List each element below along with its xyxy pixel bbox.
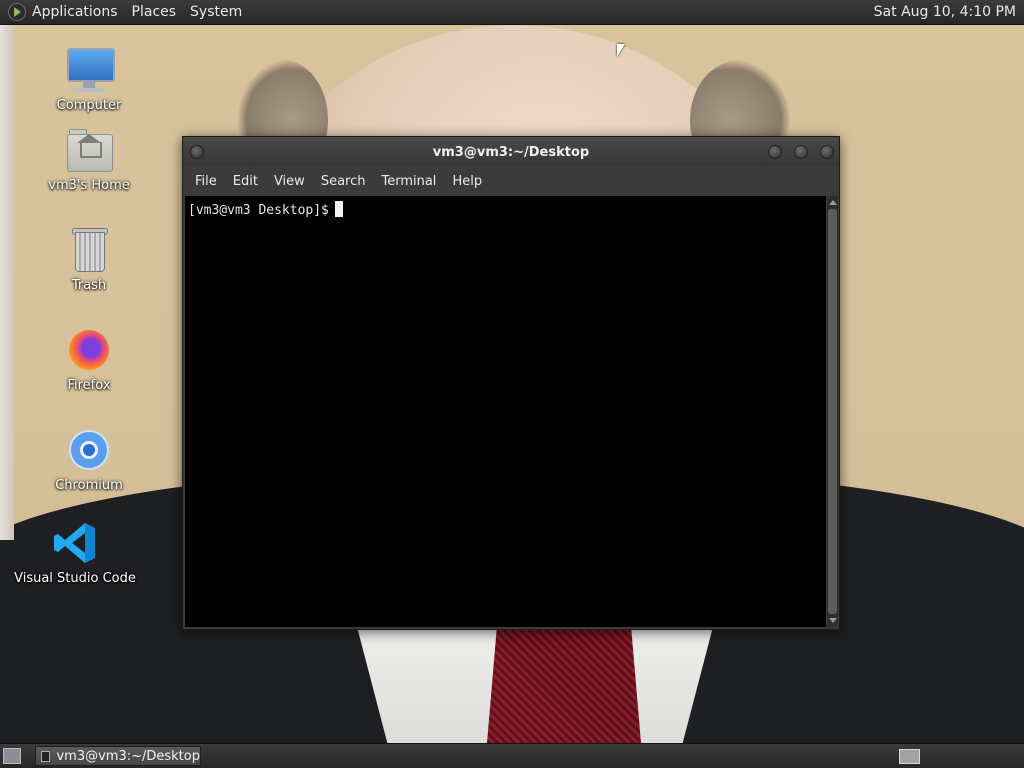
- home-folder-icon: [65, 126, 113, 174]
- bottom-panel: vm3@vm3:~/Desktop: [0, 743, 1024, 768]
- workspace-switcher[interactable]: [899, 749, 920, 764]
- firefox-icon: [65, 326, 113, 374]
- menu-file[interactable]: File: [187, 174, 225, 189]
- desktop-icon-label: Firefox: [67, 378, 111, 393]
- desktop-icon-label: Visual Studio Code: [14, 571, 136, 586]
- desktop-icon-trash[interactable]: Trash: [34, 226, 144, 294]
- top-panel: Applications Places System Sat Aug 10, 4…: [0, 0, 1024, 25]
- wallpaper-edge: [0, 0, 14, 540]
- menu-edit[interactable]: Edit: [225, 174, 266, 189]
- terminal-output[interactable]: [vm3@vm3 Desktop]$: [185, 196, 826, 627]
- maximize-button[interactable]: [794, 145, 808, 159]
- applications-menu-label: Applications: [32, 4, 118, 20]
- taskbar-button-label: vm3@vm3:~/Desktop: [56, 748, 200, 764]
- terminal-icon: [41, 750, 51, 762]
- vscode-icon: [51, 519, 99, 567]
- terminal-menubar: File Edit View Search Terminal Help: [183, 167, 839, 195]
- desktop-icon-label: Trash: [71, 278, 107, 293]
- computer-icon: [65, 46, 115, 94]
- close-button[interactable]: [820, 145, 834, 159]
- desktop[interactable]: Computer vm3's Home Trash Firefox Chromi…: [0, 0, 1024, 768]
- terminal-prompt: [vm3@vm3 Desktop]$: [188, 203, 329, 218]
- menu-help[interactable]: Help: [444, 174, 490, 189]
- terminal-scrollbar[interactable]: [827, 196, 838, 627]
- desktop-icon-computer[interactable]: Computer: [34, 46, 144, 114]
- places-menu[interactable]: Places: [132, 4, 177, 20]
- desktop-icon-label: Chromium: [55, 478, 123, 493]
- desktop-icon-vscode[interactable]: Visual Studio Code: [14, 519, 136, 587]
- desktop-icon-home[interactable]: vm3's Home: [34, 126, 144, 194]
- terminal-window[interactable]: vm3@vm3:~/Desktop File Edit View Search …: [182, 136, 840, 630]
- menu-search[interactable]: Search: [313, 174, 374, 189]
- scroll-up-icon[interactable]: [829, 200, 837, 205]
- text-cursor: [334, 201, 343, 217]
- desktop-icon-chromium[interactable]: Chromium: [34, 426, 144, 494]
- scroll-down-icon[interactable]: [829, 618, 837, 623]
- menu-view[interactable]: View: [266, 174, 313, 189]
- window-menu-button[interactable]: [190, 145, 204, 159]
- menu-terminal[interactable]: Terminal: [373, 174, 444, 189]
- desktop-icon-firefox[interactable]: Firefox: [34, 326, 144, 394]
- chromium-icon: [65, 426, 113, 474]
- show-desktop-icon[interactable]: [3, 748, 21, 764]
- trash-icon: [65, 226, 113, 274]
- scrollbar-thumb[interactable]: [828, 209, 837, 614]
- applications-logo-icon: [8, 3, 26, 21]
- window-titlebar[interactable]: vm3@vm3:~/Desktop: [183, 137, 839, 167]
- minimize-button[interactable]: [768, 145, 782, 159]
- applications-menu[interactable]: Applications: [8, 3, 132, 21]
- clock[interactable]: Sat Aug 10, 4:10 PM: [874, 4, 1016, 20]
- taskbar-button-terminal[interactable]: vm3@vm3:~/Desktop: [35, 746, 201, 766]
- window-title: vm3@vm3:~/Desktop: [432, 144, 590, 160]
- mouse-pointer-icon: [617, 44, 625, 57]
- desktop-icon-label: vm3's Home: [48, 178, 130, 193]
- desktop-icon-label: Computer: [56, 98, 122, 113]
- system-menu[interactable]: System: [190, 4, 242, 20]
- terminal-prompt-line: [vm3@vm3 Desktop]$: [188, 201, 343, 218]
